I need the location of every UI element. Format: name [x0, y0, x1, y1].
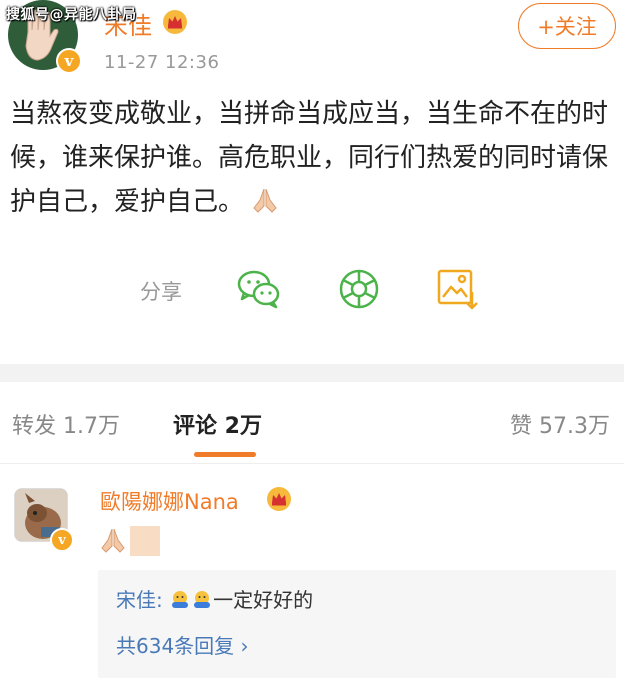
- tab-repost[interactable]: 转发 1.7万: [12, 408, 120, 440]
- share-label: 分享: [140, 280, 182, 304]
- moments-icon[interactable]: [336, 266, 382, 312]
- interaction-tabs: 转发 1.7万 评论 2万 赞 57.3万: [0, 382, 624, 464]
- vip-crown-icon: [163, 10, 187, 34]
- save-image-icon[interactable]: [434, 266, 480, 312]
- reply-author[interactable]: 宋佳:: [116, 588, 163, 612]
- emoji-placeholder: [130, 526, 160, 556]
- reply-line: 宋佳: 一定好好的: [116, 584, 313, 613]
- praying-hands-emoji-icon: [253, 188, 277, 213]
- tab-like[interactable]: 赞 57.3万: [510, 408, 610, 440]
- post-timestamp: 11-27 12:36: [104, 52, 220, 73]
- vip-crown-icon: [267, 487, 291, 511]
- active-tab-indicator: [194, 452, 256, 457]
- hug-emoji-icon: [194, 591, 211, 608]
- section-divider: [0, 364, 624, 382]
- verified-badge-icon: v: [56, 48, 82, 74]
- view-replies-link[interactable]: 共634条回复 ›: [116, 630, 249, 659]
- verified-badge-icon: v: [50, 528, 74, 552]
- commenter-avatar[interactable]: v: [14, 488, 74, 552]
- share-row: 分享: [0, 262, 624, 320]
- post-text: 当熬夜变成敬业，当拼命当成应当，当生命不在的时候，谁来保护谁。高危职业，同行们热…: [10, 99, 609, 217]
- comment-item: v 歐陽娜娜Nana 宋佳: 一定好好的 共634条回复 ›: [0, 466, 624, 684]
- tab-comment[interactable]: 评论 2万: [173, 408, 262, 440]
- praying-hands-emoji-icon: [101, 528, 125, 553]
- watermark: 搜狐号@异能八卦局: [6, 7, 137, 23]
- reply-preview[interactable]: 宋佳: 一定好好的 共634条回复 ›: [98, 570, 616, 678]
- post-body: 当熬夜变成敬业，当拼命当成应当，当生命不在的时候，谁来保护谁。高危职业，同行们热…: [10, 92, 618, 224]
- commenter-name[interactable]: 歐陽娜娜Nana: [100, 486, 239, 516]
- hug-emoji-icon: [172, 591, 189, 608]
- reply-text: 一定好好的: [213, 588, 314, 612]
- follow-button[interactable]: +关注: [518, 3, 616, 49]
- wechat-icon[interactable]: [236, 266, 282, 312]
